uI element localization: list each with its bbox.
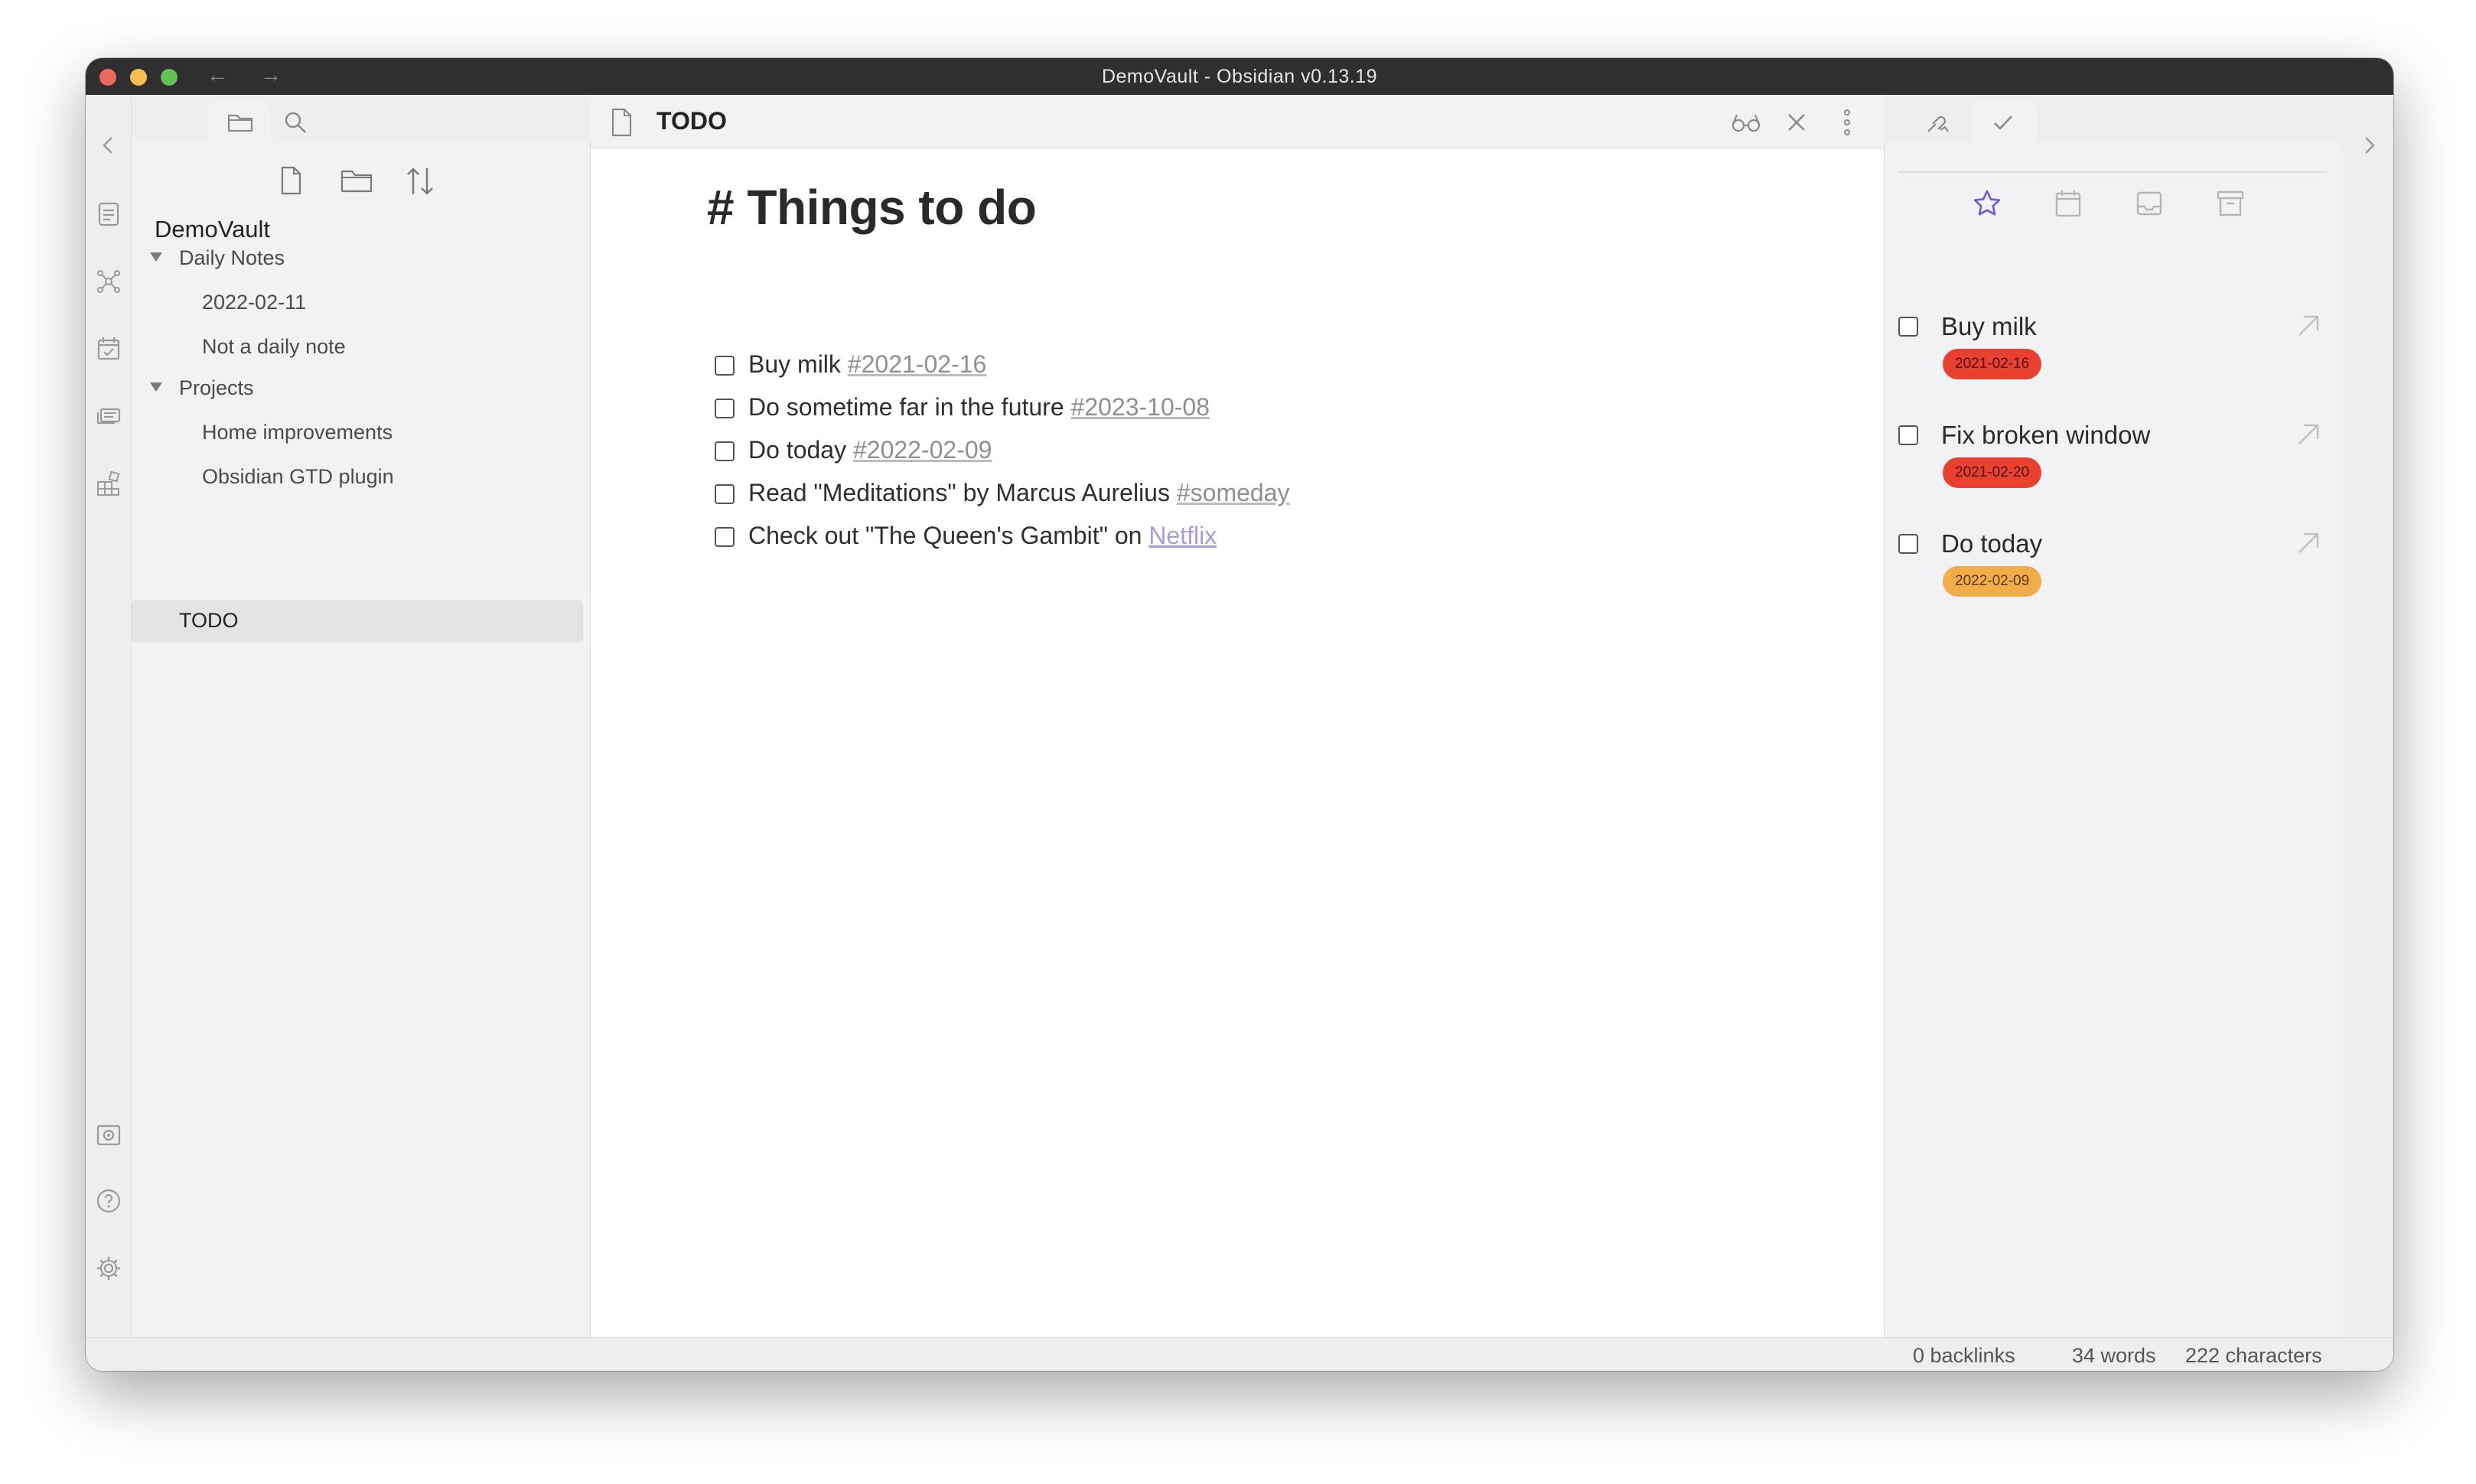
gtd-divider: [1898, 171, 2327, 173]
collapse-left-chevron-icon[interactable]: [95, 132, 122, 159]
file-explorer-pane: DemoVault Daily Notes 2022-02-11 Not a d…: [132, 142, 591, 1337]
daily-note-calendar-icon[interactable]: [95, 335, 122, 363]
help-icon[interactable]: [95, 1187, 122, 1215]
date-tag[interactable]: #2022-02-09: [853, 436, 992, 464]
close-tab-icon[interactable]: [1783, 109, 1810, 136]
editor-task: Do today #2022-02-09: [715, 436, 992, 464]
left-ribbon: [86, 95, 132, 1337]
left-sidebar-tabs: [132, 95, 591, 144]
task-text: Read "Meditations" by Marcus Aurelius: [748, 479, 1177, 506]
file-not-a-daily-note[interactable]: Not a daily note: [202, 335, 346, 359]
window-title: DemoVault - Obsidian v0.13.19: [1101, 66, 1378, 87]
open-task-arrow-icon[interactable]: [2295, 529, 2322, 557]
gtd-pane: Buy milk 2021-02-16 Fix broken window 20…: [1884, 142, 2343, 1337]
file-home-improvements[interactable]: Home improvements: [202, 421, 393, 444]
gtd-task-checkbox[interactable]: [1898, 534, 1918, 554]
vault-name: DemoVault: [155, 216, 271, 242]
task-checkbox[interactable]: [715, 399, 735, 418]
editor-task: Read "Meditations" by Marcus Aurelius #s…: [715, 479, 1290, 507]
editor-content[interactable]: # Things to do Buy milk #2021-02-16 Do s…: [591, 148, 1884, 1337]
date-tag[interactable]: #2023-10-08: [1071, 393, 1210, 421]
gtd-task-label[interactable]: Buy milk: [1941, 312, 2037, 341]
character-count: 222 characters: [2185, 1344, 2322, 1367]
backlinks-count[interactable]: 0 backlinks: [1913, 1344, 2015, 1368]
folder-daily-notes[interactable]: Daily Notes: [179, 246, 285, 270]
task-checkbox[interactable]: [715, 441, 735, 461]
gtd-task-checkbox[interactable]: [1898, 317, 1918, 337]
task-checkbox[interactable]: [715, 527, 735, 547]
tab-gtd-tasks[interactable]: [1971, 101, 2037, 144]
right-sidebar-tabs: [1884, 95, 2343, 144]
archive-icon[interactable]: [2215, 188, 2246, 219]
note-title: TODO: [656, 107, 727, 135]
daily-notes-caret-icon[interactable]: [150, 252, 162, 262]
projects-caret-icon[interactable]: [150, 382, 162, 392]
new-folder-icon[interactable]: [340, 167, 373, 194]
folder-projects[interactable]: Projects: [179, 376, 254, 400]
due-date-badge: 2021-02-20: [1943, 457, 2042, 488]
inbox-icon[interactable]: [2134, 188, 2165, 219]
open-task-arrow-icon[interactable]: [2295, 421, 2322, 448]
search-icon[interactable]: [282, 109, 309, 136]
title-bar: ← → DemoVault - Obsidian v0.13.19: [86, 58, 2393, 95]
community-plugins-icon[interactable]: [95, 470, 122, 497]
editor-task: Do sometime far in the future #2023-10-0…: [715, 393, 1210, 421]
reading-view-glasses-icon[interactable]: [1731, 109, 1761, 136]
file-todo[interactable]: TODO: [179, 609, 239, 633]
word-count: 34 words: [2072, 1344, 2156, 1367]
netflix-link[interactable]: Netflix: [1148, 522, 1217, 549]
slides-icon[interactable]: [95, 402, 122, 430]
checkmark-icon: [1989, 109, 2017, 136]
task-text: Do sometime far in the future: [748, 393, 1071, 421]
graph-view-icon[interactable]: [95, 268, 122, 295]
backlinks-icon[interactable]: [1925, 109, 1953, 136]
date-tag[interactable]: #2021-02-16: [848, 350, 986, 378]
open-task-arrow-icon[interactable]: [2295, 312, 2322, 340]
task-text: Check out "The Queen's Gambit" on: [748, 522, 1149, 549]
quick-switcher-icon[interactable]: [95, 200, 122, 228]
gtd-task-checkbox[interactable]: [1898, 425, 1918, 445]
document-icon: [608, 107, 635, 137]
task-text: Do today: [748, 436, 853, 464]
gtd-task-label[interactable]: Fix broken window: [1941, 421, 2150, 450]
editor-tab-header: TODO: [591, 95, 1884, 148]
right-ribbon: [2343, 95, 2393, 1337]
settings-gear-icon[interactable]: [95, 1255, 122, 1282]
task-checkbox[interactable]: [715, 356, 735, 376]
sort-icon[interactable]: [404, 165, 436, 197]
due-date-badge: 2021-02-16: [1943, 349, 2042, 379]
tab-file-explorer[interactable]: [208, 101, 271, 144]
file-obsidian-gtd-plugin[interactable]: Obsidian GTD plugin: [202, 465, 394, 489]
app-window: ← → DemoVault - Obsidian v0.13.19 DemoVa…: [86, 58, 2393, 1371]
calendar-icon[interactable]: [2053, 188, 2083, 219]
editor-task: Check out "The Queen's Gambit" on Netfli…: [715, 522, 1217, 550]
someday-tag[interactable]: #someday: [1177, 479, 1290, 506]
editor-task: Buy milk #2021-02-16: [715, 350, 986, 379]
more-options-icon[interactable]: [1833, 107, 1861, 135]
gtd-task-label[interactable]: Do today: [1941, 529, 2042, 558]
collapse-right-chevron-icon[interactable]: [2355, 132, 2383, 159]
note-heading: # Things to do: [707, 180, 1037, 235]
file-2022-02-11[interactable]: 2022-02-11: [202, 291, 306, 314]
new-note-icon[interactable]: [277, 165, 305, 195]
task-text: Buy milk: [748, 350, 848, 378]
star-icon[interactable]: [1972, 188, 2002, 219]
status-bar: 0 backlinks 34 words 222 characters: [86, 1337, 2393, 1371]
open-vault-icon[interactable]: [95, 1121, 122, 1149]
due-date-badge: 2022-02-09: [1943, 566, 2042, 597]
task-checkbox[interactable]: [715, 484, 735, 504]
folder-icon: [226, 109, 254, 136]
